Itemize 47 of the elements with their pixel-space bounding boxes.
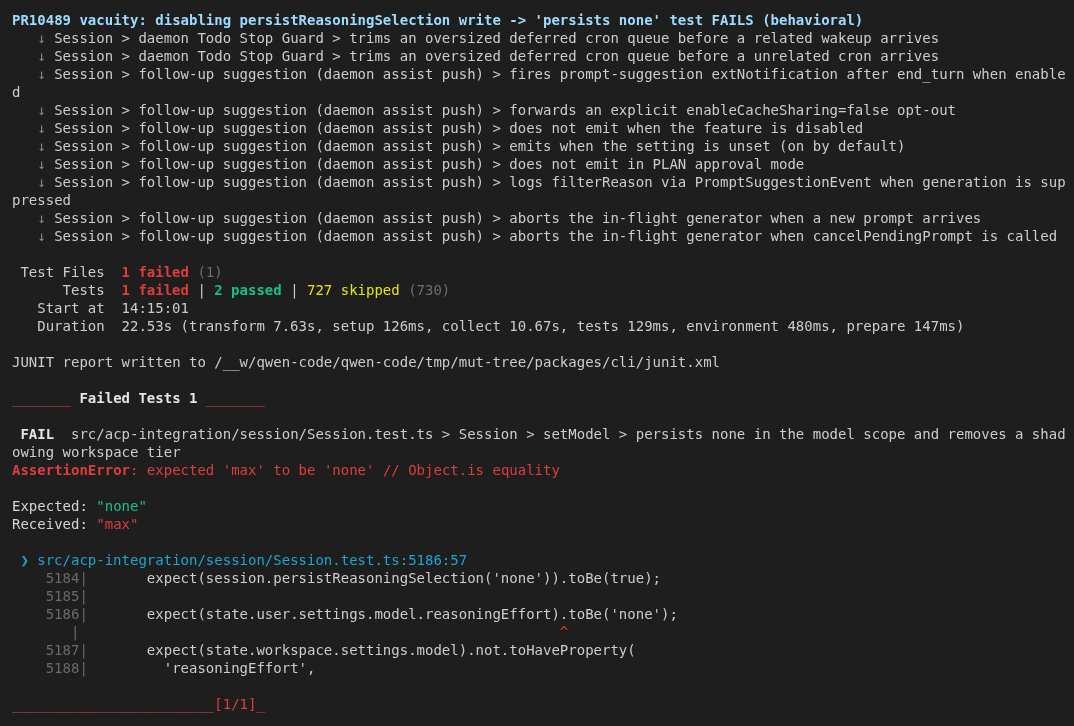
expected-label: Expected:	[12, 498, 88, 514]
error-caret: ^	[559, 624, 569, 640]
skipped-count: 727 skipped	[307, 281, 400, 299]
skipped-test-line: ↓ Session > follow-up suggestion (daemon assist push) > fires prompt-suggestion extNotification after end_turn when enabled	[12, 65, 1067, 101]
summary-label: Tests	[61, 281, 105, 299]
skipped-test-line: ↓ Session > daemon Todo Stop Guard > trims an oversized deferred cron queue before a unrelated cron arrives	[36, 47, 941, 65]
code-line: 'reasoningEffort',	[163, 660, 316, 676]
received-value: "max"	[96, 516, 139, 532]
line-number: 5187|	[45, 642, 88, 658]
run-heading: PR10489 vacuity: disabling persistReasoningSelection write -> 'persists none' test FAILS (behavioral)	[12, 11, 865, 29]
chevron-icon: ❯	[20, 551, 29, 569]
error-location: src/acp-integration/session/Session.test.ts:5186:57	[37, 552, 468, 568]
code-line: expect(state.workspace.settings.model).not.toHaveProperty(	[146, 642, 636, 658]
received-label: Received:	[12, 516, 88, 532]
expected-value: "none"	[96, 498, 147, 514]
pipe-separator: |	[290, 281, 299, 299]
skipped-test-line: ↓ Session > follow-up suggestion (daemon assist push) > does not emit in PLAN approval mode	[36, 155, 806, 173]
skipped-test-line: ↓ Session > follow-up suggestion (daemon assist push) > emits when the setting is unset (on by default)	[36, 137, 907, 155]
skipped-test-line: ↓ Session > daemon Todo Stop Guard > trims an oversized deferred cron queue before a related wakeup arrives	[36, 29, 941, 47]
code-line: expect(state.user.settings.model.reasoningEffort).toBe('none');	[146, 606, 678, 622]
line-number: 5188|	[45, 660, 88, 676]
summary-label: Duration	[36, 317, 105, 335]
failed-test-line: FAIL src/acp-integration/session/Session.test.ts > Session > setModel > persists none in the model scope and removes a shadowing workspace tier	[12, 425, 1067, 461]
total-count: (730)	[408, 281, 451, 299]
summary-label: Test Files	[19, 263, 105, 281]
skipped-test-line: ↓ Session > follow-up suggestion (daemon assist push) > forwards an explicit enableCacheSharing=false opt-out	[36, 101, 957, 119]
failed-tests-heading: _______ Failed Tests 1 _______	[12, 390, 265, 406]
summary-value: 22.53s (transform 7.63s, setup 126ms, collect 10.67s, tests 129ms, environment 480ms, prepare 147ms)	[121, 317, 965, 335]
skipped-test-line: ↓ Session > follow-up suggestion (daemon assist push) > does not emit when the feature is disabled	[36, 119, 865, 137]
line-number: 5185|	[45, 588, 88, 604]
line-number: 5186|	[45, 606, 88, 622]
pipe-separator: |	[197, 281, 206, 299]
passed-count: 2 passed	[214, 281, 282, 299]
summary-value: 14:15:01	[121, 299, 189, 317]
total-count: (1)	[197, 263, 223, 281]
line-number: 5184|	[45, 570, 88, 586]
gutter-pipe: |	[71, 624, 80, 640]
junit-report-message: JUNIT report written to /__w/qwen-code/qwen-code/tmp/mut-tree/packages/cli/junit.xml	[12, 354, 720, 370]
skipped-test-line: ↓ Session > follow-up suggestion (daemon assist push) > aborts the in-flight generator when a new prompt arrives	[36, 209, 983, 227]
failure-counter: ________________________[1/1]_	[12, 696, 265, 712]
code-line: expect(session.persistReasoningSelection('none')).toBe(true);	[146, 570, 661, 586]
assertion-error-message: AssertionError: expected 'max' to be 'none' // Object.is equality	[12, 462, 560, 478]
failed-count: 1 failed	[121, 281, 189, 299]
skipped-test-line: ↓ Session > follow-up suggestion (daemon assist push) > aborts the in-flight generator when cancelPendingPrompt is called	[36, 227, 1059, 245]
summary-label: Start at	[36, 299, 105, 317]
failed-count: 1 failed	[121, 263, 189, 281]
skipped-test-line: ↓ Session > follow-up suggestion (daemon assist push) > logs filterReason via PromptSuggestionEvent when generation is suppressed	[12, 173, 1067, 209]
